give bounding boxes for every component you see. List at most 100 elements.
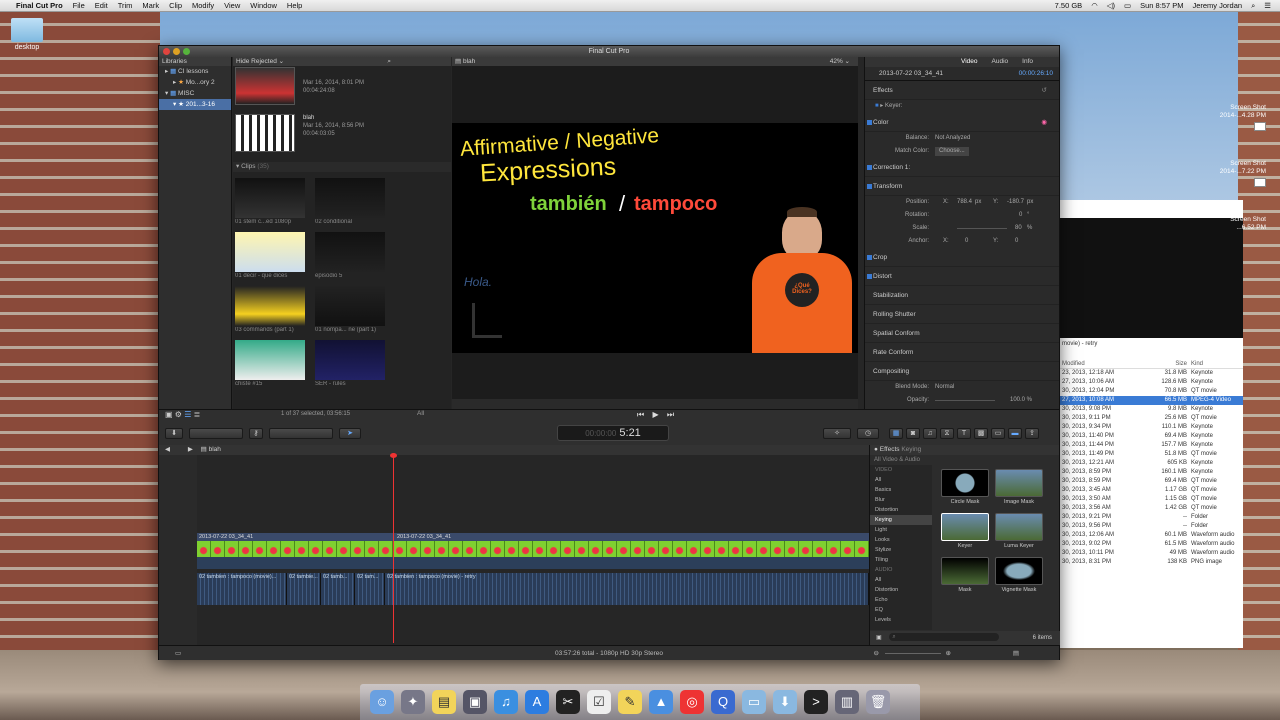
terminal-icon[interactable]: > (804, 690, 828, 714)
import-button[interactable]: ⬇ (165, 428, 183, 439)
clip-tools-button[interactable] (189, 428, 243, 439)
section-stabilization[interactable]: Stabilization (865, 286, 1059, 305)
finder-row[interactable]: 30, 2013, 9:34 PM 110.1 MB Keynote (1060, 423, 1243, 432)
effects-category[interactable]: Tiling (870, 555, 932, 565)
clip-appearance-icon[interactable]: ▤ (1013, 646, 1019, 661)
connected-audio-clips[interactable]: 02 tambien : tampoco (movie)... 02 tambie… (197, 573, 869, 605)
header-size[interactable]: Size (1127, 360, 1187, 368)
project-thumbnail[interactable] (235, 114, 295, 152)
library-toggle-icon[interactable]: ▣ (165, 410, 173, 419)
zoom-out-icon[interactable]: ⊖ (874, 646, 879, 661)
audio-clip[interactable]: 02 tambien : tampoco (movie)... (197, 573, 287, 605)
event-thumbnail[interactable] (235, 67, 295, 105)
section-crop[interactable]: Crop (865, 248, 1059, 267)
clip-thumbnail[interactable]: 01 nompa... ne (part 1) (315, 286, 385, 333)
library-event-selected[interactable]: ▾ ★ 201...3-16 (159, 99, 231, 110)
effects-category[interactable]: Echo (870, 595, 932, 605)
effects-search-input[interactable]: ⌕ (889, 633, 1000, 642)
menu-modify[interactable]: Modify (192, 1, 214, 10)
finder-row[interactable]: 30, 2013, 12:21 AM 605 KB Keynote (1060, 459, 1243, 468)
hide-rejected-filter[interactable]: Hide Rejected ⌄ (236, 57, 284, 66)
playhead[interactable] (393, 453, 394, 643)
effect-item[interactable]: Keyer (940, 513, 990, 549)
finder-row[interactable]: 27, 2013, 10:06 AM 128.6 MB Keynote (1060, 378, 1243, 387)
itunes-icon[interactable]: ♫ (494, 690, 518, 714)
list-view-icon[interactable]: ≣ (194, 410, 201, 419)
key-icon[interactable]: ⚷ (249, 428, 263, 439)
section-effects[interactable]: Effects ↺ (865, 81, 1059, 100)
section-color[interactable]: Color ◉ (865, 113, 1059, 132)
chrome-icon[interactable]: ◎ (680, 690, 704, 714)
blend-mode-menu[interactable]: Normal (935, 381, 954, 394)
effects-category[interactable]: All (870, 575, 932, 585)
library-misc[interactable]: ▾ ▦ MISC (159, 88, 231, 99)
keyer-row[interactable]: ■ ▸ Keyer: (865, 100, 1059, 113)
forward-icon[interactable]: ▶ (188, 446, 193, 453)
finder-row[interactable]: 30, 2013, 9:56 PM -- Folder (1060, 522, 1243, 531)
memory-status[interactable]: 7.50 GB (1055, 1, 1083, 11)
launchpad-icon[interactable]: ✦ (401, 690, 425, 714)
clip-thumbnail[interactable]: 01 decir - que dices (235, 232, 305, 279)
timeline-zoom-slider[interactable] (885, 653, 941, 654)
position-y-field[interactable]: -180.7 (1007, 196, 1024, 209)
browser-snap-all[interactable]: All (417, 410, 424, 417)
effects-category[interactable]: Blur (870, 495, 932, 505)
previous-frame-icon[interactable]: ⏮ (637, 410, 644, 419)
effects-category[interactable]: Light (870, 525, 932, 535)
section-spatial-conform[interactable]: Spatial Conform (865, 324, 1059, 343)
edit-buttons[interactable] (269, 428, 333, 439)
generators-icon[interactable]: ▩ (974, 428, 988, 439)
share-icon[interactable]: ⇪ (1025, 428, 1039, 439)
effects-category[interactable]: All (870, 475, 932, 485)
video-clip-audio[interactable] (197, 557, 869, 569)
tab-audio[interactable]: Audio (992, 57, 1009, 67)
opacity-slider[interactable] (935, 400, 995, 401)
section-transform[interactable]: Transform (865, 177, 1059, 196)
music-icon[interactable]: ♫ (923, 428, 937, 439)
effects-category[interactable]: Looks (870, 535, 932, 545)
menu-window[interactable]: Window (250, 1, 277, 10)
effects-category[interactable]: Keying (870, 515, 932, 525)
audio-clip[interactable]: 02 tambien : tampoco (movie) - retry (385, 573, 869, 605)
audio-clip[interactable]: 02 tamb... (321, 573, 355, 605)
keynote-icon[interactable]: ▲ (649, 690, 673, 714)
wifi-icon[interactable]: ◠ (1091, 1, 1098, 11)
anchor-y-field[interactable]: 0 (1015, 235, 1018, 248)
photo-booth-icon[interactable]: ▣ (463, 690, 487, 714)
tab-video[interactable]: Video (961, 57, 978, 67)
section-distort[interactable]: Distort (865, 267, 1059, 286)
video-canvas[interactable]: Affirmative / Negative Expressions tambi… (452, 123, 858, 353)
header-modified[interactable]: Modified (1060, 360, 1127, 368)
finder-row[interactable]: 30, 2013, 3:56 AM 1.42 GB QT movie (1060, 504, 1243, 513)
clip-thumbnail[interactable]: 02 conditional (315, 178, 385, 225)
finder-row[interactable]: 30, 2013, 3:45 AM 1.17 GB QT movie (1060, 486, 1243, 495)
close-icon[interactable] (163, 48, 170, 55)
section-compositing[interactable]: Compositing (865, 362, 1059, 381)
desktop-screenshot-1[interactable]: Screen Shot 2014-...4.28 PM (1220, 104, 1266, 133)
enhance-button[interactable]: ✧ (823, 428, 851, 439)
clips-section-header[interactable]: ▾ Clips (35) (233, 162, 451, 172)
desktop-screenshot-2[interactable]: Screen Shot 2014-...7.22 PM (1220, 160, 1266, 189)
photos-icon[interactable]: ◙ (906, 428, 920, 439)
video-clip-filmstrip[interactable] (197, 541, 869, 557)
effect-item[interactable]: Mask (940, 557, 990, 593)
trash-icon[interactable]: 🗑 (866, 690, 890, 714)
effects-category[interactable]: Distortion (870, 505, 932, 515)
effect-item[interactable]: Image Mask (994, 469, 1044, 505)
color-board-icon[interactable]: ◉ (1041, 113, 1047, 132)
transitions-icon[interactable]: ⧖ (940, 428, 954, 439)
section-rate-conform[interactable]: Rate Conform (865, 343, 1059, 362)
gear-icon[interactable]: ⚙ (175, 410, 182, 419)
effect-item[interactable]: Luma Keyer (994, 513, 1044, 549)
clip-thumbnail[interactable]: 01 stem c...ed 1080p (235, 178, 305, 225)
filmstrip-view-icon[interactable]: ☰ (184, 410, 191, 419)
collapse-icon[interactable]: ● (874, 446, 878, 453)
zoom-in-icon[interactable]: ⊕ (946, 646, 951, 661)
section-rolling-shutter[interactable]: Rolling Shutter (865, 305, 1059, 324)
next-frame-icon[interactable]: ⏭ (667, 410, 674, 419)
stickies-icon[interactable]: ▤ (432, 690, 456, 714)
finder-window[interactable]: movie) - retry Modified Size Kind 23, 20… (1060, 200, 1243, 648)
finder-row[interactable]: 30, 2013, 11:40 PM 69.4 MB Keynote (1060, 432, 1243, 441)
themes-icon[interactable]: ▭ (991, 428, 1005, 439)
finder-row[interactable]: 30, 2013, 12:06 AM 60.1 MB Waveform audio (1060, 531, 1243, 540)
